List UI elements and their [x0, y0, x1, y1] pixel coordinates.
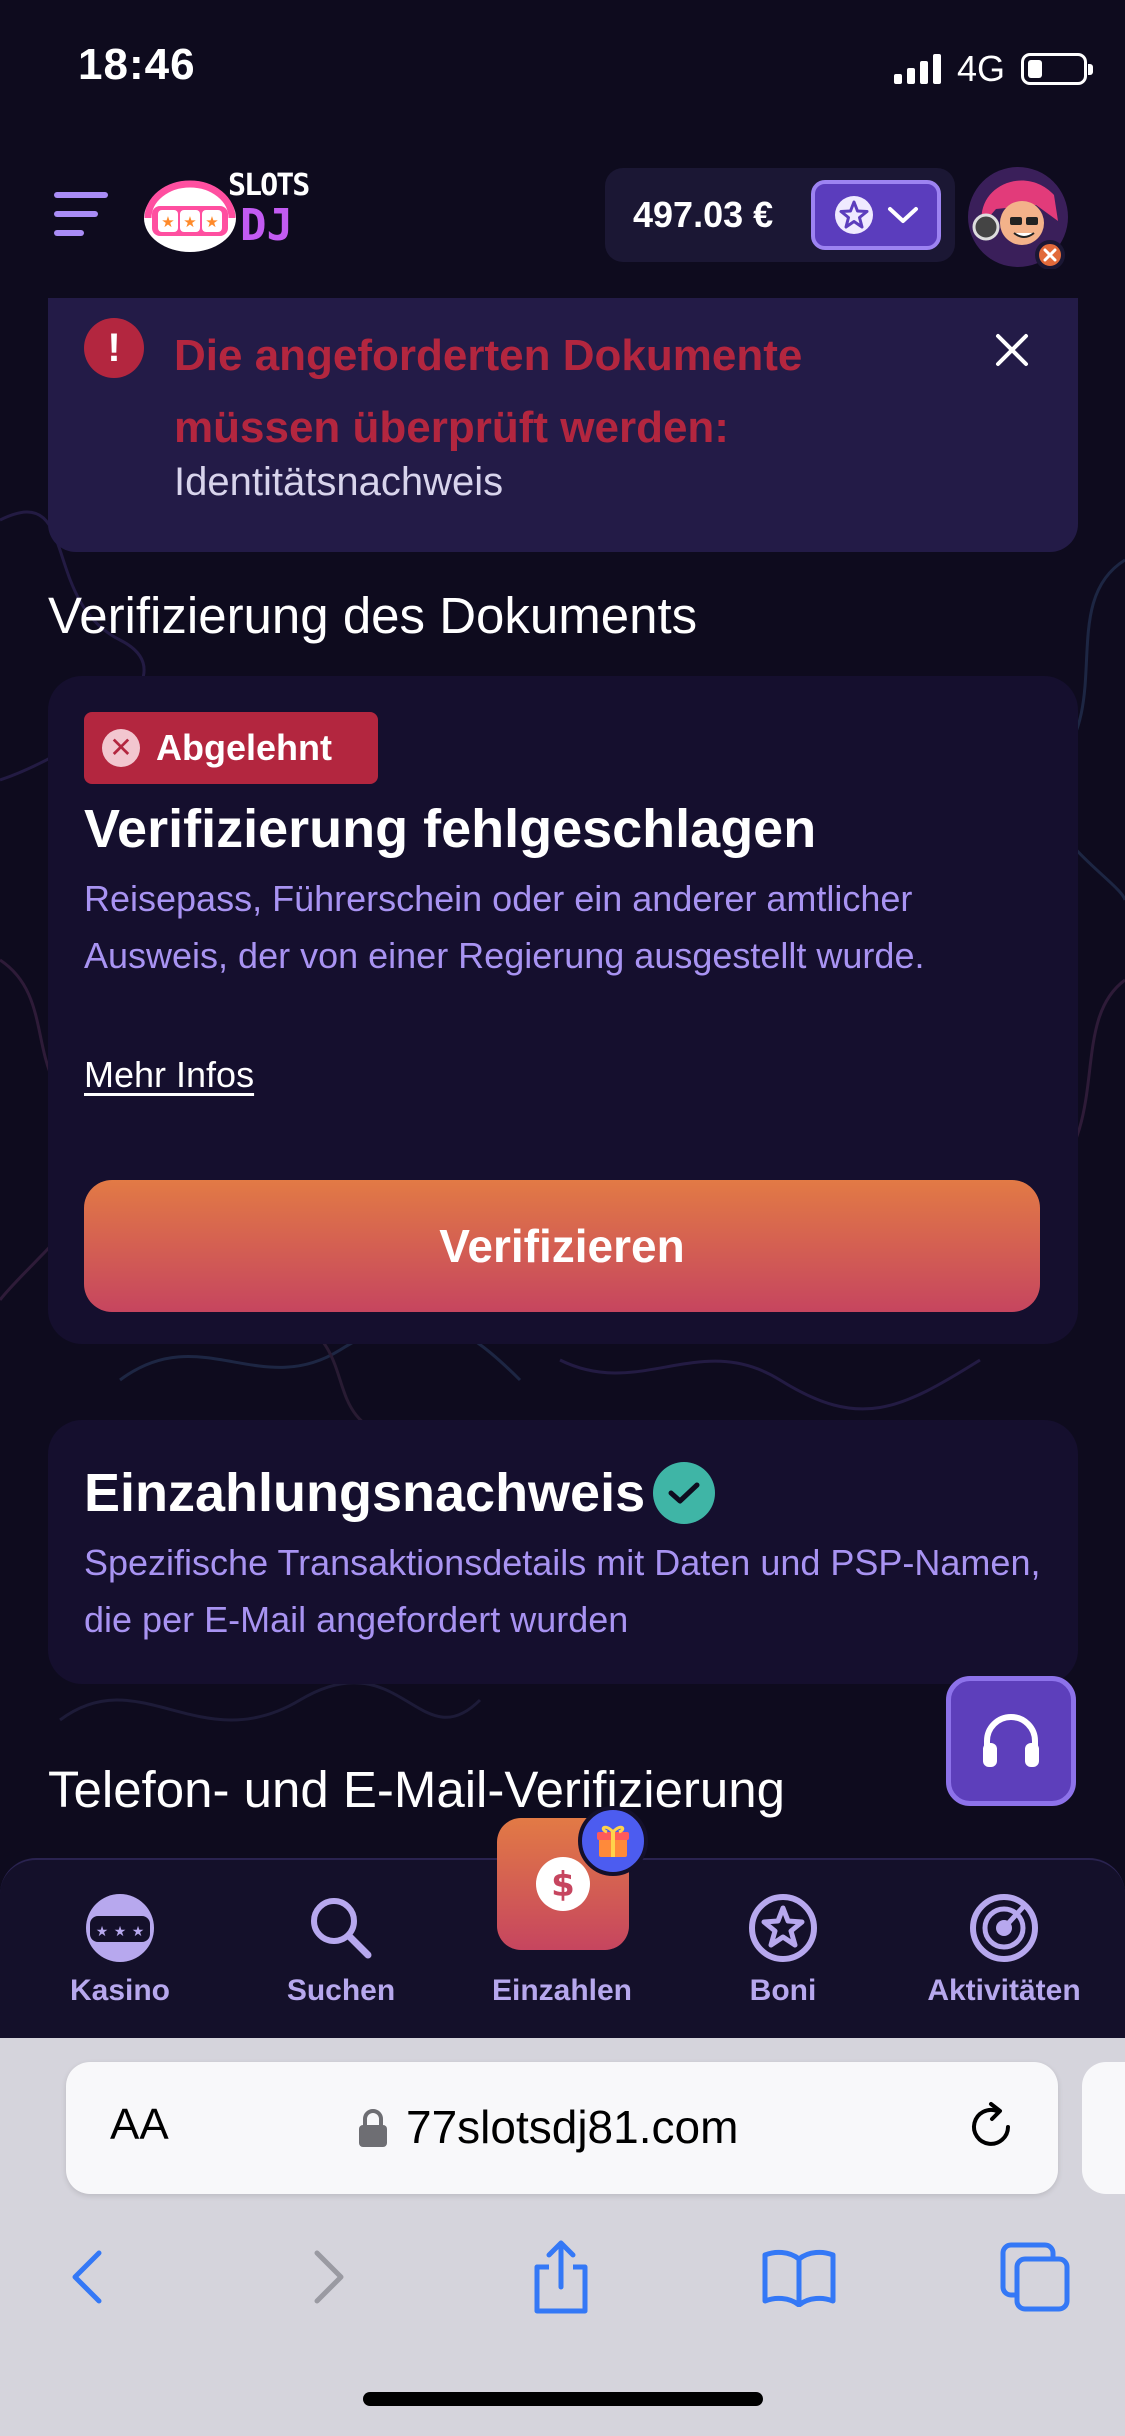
- deposit-proof-card: Einzahlungsnachweis Spezifische Transakt…: [48, 1420, 1078, 1684]
- svg-text:★: ★: [161, 213, 174, 231]
- next-tab-peek[interactable]: [1082, 2062, 1125, 2194]
- activity-icon: [966, 1890, 1042, 1966]
- search-icon: [303, 1890, 379, 1966]
- book-icon: [762, 2249, 836, 2307]
- nav-item-aktivitaeten[interactable]: Aktivitäten: [894, 1860, 1114, 2040]
- nav-label-kasino: Kasino: [69, 1974, 171, 2007]
- nav-label-boni: Boni: [749, 1974, 817, 2007]
- rejected-icon: ✕: [102, 729, 140, 767]
- level-dropdown-button[interactable]: [811, 180, 941, 250]
- url-text: 77slotsdj81.com: [406, 2101, 739, 2153]
- star-badge-icon: [835, 196, 873, 234]
- chevron-down-icon: [888, 207, 918, 223]
- check-icon: [653, 1462, 716, 1524]
- star-icon: [745, 1890, 821, 1966]
- nav-label-einzahlen: Einzahlen: [491, 1974, 633, 2007]
- svg-text:★: ★: [183, 213, 196, 231]
- forward-button[interactable]: [284, 2232, 374, 2322]
- alert-title: Die angeforderten Dokumente müssen überp…: [174, 331, 803, 452]
- nav-label-suchen: Suchen: [286, 1974, 396, 2007]
- deposit-proof-heading: Einzahlungsnachweis: [84, 1462, 716, 1524]
- reload-icon[interactable]: [964, 2100, 1018, 2154]
- tabs-button[interactable]: [990, 2232, 1080, 2322]
- address-bar[interactable]: AA 77slotsdj81.com: [66, 2062, 1058, 2194]
- section-title-phone-email: Telefon- und E-Mail-Verifizierung: [48, 1761, 786, 1818]
- svg-text:★: ★: [205, 213, 218, 231]
- svg-text:★: ★: [114, 1924, 127, 1940]
- svg-text:$: $: [551, 1865, 575, 1905]
- dollar-icon: $: [536, 1857, 590, 1911]
- gift-badge: [578, 1806, 648, 1876]
- status-time: 18:46: [78, 40, 196, 89]
- section-title-document: Verifizierung des Dokuments: [48, 587, 698, 644]
- menu-button[interactable]: [54, 192, 112, 238]
- balance-amount: 497.03 €: [633, 194, 774, 235]
- gift-icon: [597, 1825, 629, 1857]
- logo-text-top: SLOTS: [228, 168, 310, 203]
- lock-icon: [359, 2109, 387, 2147]
- close-icon[interactable]: [990, 328, 1034, 372]
- nav-item-kasino[interactable]: ★ ★ ★ Kasino: [10, 1860, 230, 2040]
- avatar-icon: [968, 167, 1068, 270]
- text-size-button[interactable]: AA: [110, 2100, 169, 2150]
- chevron-left-icon: [72, 2250, 102, 2304]
- network-type: 4G: [956, 48, 1005, 89]
- battery-icon: [1021, 53, 1093, 85]
- status-indicators: 4G: [893, 48, 1093, 90]
- svg-text:★: ★: [132, 1924, 145, 1940]
- nav-item-suchen[interactable]: Suchen: [231, 1860, 451, 2040]
- logo-text-bottom: DJ: [240, 200, 293, 251]
- avatar[interactable]: [966, 165, 1070, 270]
- document-alert: ! Die angeforderten Dokumente müssen übe…: [48, 298, 1078, 552]
- share-button[interactable]: [516, 2232, 606, 2322]
- casino-icon: ★ ★ ★: [82, 1890, 158, 1966]
- more-info-link[interactable]: Mehr Infos: [84, 1054, 254, 1096]
- nav-item-boni[interactable]: Boni: [673, 1860, 893, 2040]
- bookmarks-button[interactable]: [754, 2232, 844, 2322]
- back-button[interactable]: [42, 2232, 132, 2322]
- browser-toolbar: AA 77slotsdj81.com: [0, 2038, 1125, 2436]
- balance-panel[interactable]: 497.03 €: [605, 168, 955, 262]
- verify-button[interactable]: Verifizieren: [84, 1180, 1040, 1312]
- headphones-icon: [983, 1714, 1039, 1767]
- signal-icon: [893, 54, 941, 84]
- document-verification-card: ✕ Abgelehnt Verifizierung fehlgeschlagen…: [48, 676, 1078, 1344]
- home-indicator: [363, 2392, 763, 2406]
- share-icon: [534, 2240, 588, 2314]
- svg-text:★: ★: [96, 1924, 109, 1940]
- card-description: Reisepass, Führerschein oder ein anderer…: [84, 878, 925, 976]
- alert-icon: !: [84, 318, 144, 378]
- deposit-proof-description: Spezifische Transaktionsdetails mit Date…: [84, 1542, 1041, 1640]
- tabs-icon: [1000, 2242, 1070, 2312]
- deposit-proof-title: Einzahlungsnachweis: [84, 1463, 646, 1523]
- card-title: Verifizierung fehlgeschlagen: [84, 799, 817, 859]
- nav-label-aktivitaeten: Aktivitäten: [927, 1974, 1081, 2007]
- chevron-right-icon: [314, 2250, 344, 2304]
- support-button[interactable]: [946, 1676, 1076, 1806]
- status-badge: ✕ Abgelehnt: [84, 712, 378, 784]
- logo[interactable]: ★ ★ ★ SLOTS DJ: [142, 166, 310, 266]
- alert-text: Identitätsnachweis: [174, 460, 504, 504]
- status-badge-label: Abgelehnt: [156, 727, 332, 768]
